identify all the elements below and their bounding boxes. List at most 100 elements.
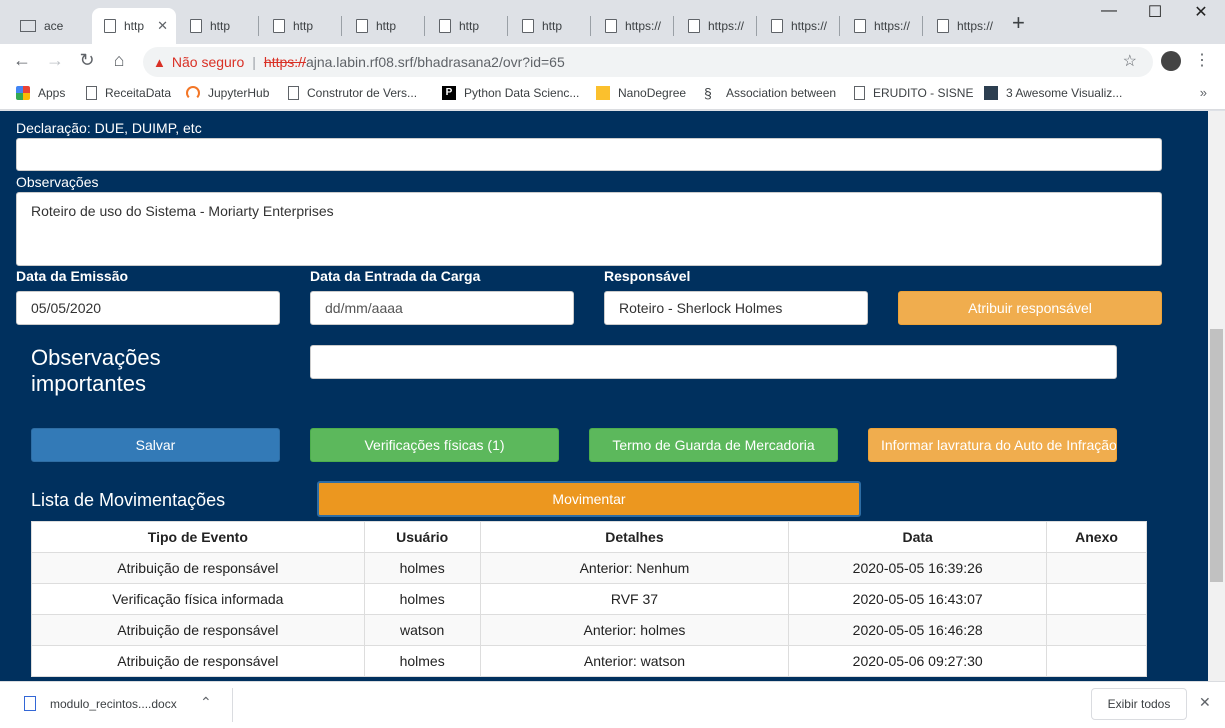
- tab-11[interactable]: https://: [925, 8, 1005, 44]
- col-detalhes[interactable]: Detalhes: [479, 521, 790, 553]
- tab-8[interactable]: https://: [676, 8, 756, 44]
- bookmark-awesome-visualiz[interactable]: 3 Awesome Visualiz...: [984, 86, 1122, 100]
- chevron-up-icon[interactable]: ⌃: [200, 694, 212, 711]
- tab-1[interactable]: http ✕: [92, 8, 176, 44]
- tab-label: ace: [44, 19, 64, 33]
- tab-9[interactable]: https://: [759, 8, 839, 44]
- declaracao-input[interactable]: [16, 138, 1162, 171]
- maximize-icon[interactable]: ☐: [1132, 2, 1178, 22]
- movimentar-button[interactable]: Movimentar: [317, 481, 861, 517]
- bookmark-erudito[interactable]: ERUDITO - SISNE: [854, 86, 973, 100]
- cell: 2020-05-05 16:43:07: [788, 583, 1048, 615]
- bookmark-nanodegree[interactable]: NanoDegree: [596, 86, 686, 100]
- bookmark-receitadata[interactable]: ReceitaData: [86, 86, 171, 100]
- page-icon: [522, 19, 534, 33]
- reload-icon[interactable]: ↻: [75, 50, 99, 71]
- informar-auto-button[interactable]: Informar lavratura do Auto de Infração: [868, 428, 1117, 462]
- show-all-button[interactable]: Exibir todos: [1091, 688, 1187, 720]
- dna-icon: §: [704, 85, 712, 101]
- download-item[interactable]: modulo_recintos....docx: [24, 696, 177, 711]
- address-bar[interactable]: ▲ Não seguro | https:// ajna.labin.rf08.…: [143, 47, 1153, 77]
- security-label: Não seguro: [171, 54, 245, 70]
- tab-0[interactable]: ace: [8, 8, 88, 44]
- profile-avatar[interactable]: [1161, 51, 1181, 71]
- col-tipo-evento[interactable]: Tipo de Evento: [31, 521, 365, 553]
- cell: Atribuição de responsável: [31, 552, 365, 584]
- page-icon: [937, 19, 949, 33]
- bookmark-label: Association between: [726, 86, 837, 100]
- scroll-thumb[interactable]: [1210, 329, 1223, 582]
- col-usuario[interactable]: Usuário: [363, 521, 481, 553]
- tab-6[interactable]: http: [510, 8, 590, 44]
- cell: [1046, 583, 1147, 615]
- col-anexo[interactable]: Anexo: [1046, 521, 1147, 553]
- bookmark-label: NanoDegree: [618, 86, 687, 100]
- tab-strip: ace http ✕ http http http http http http…: [0, 0, 1225, 44]
- bookmark-label: JupyterHub: [208, 86, 270, 100]
- movimentacoes-table: Tipo de Evento Usuário Detalhes Data Ane…: [31, 521, 1147, 677]
- bookmark-label: 3 Awesome Visualiz...: [1006, 86, 1123, 100]
- tab-2[interactable]: http: [178, 8, 258, 44]
- tab-label: http: [293, 19, 314, 33]
- salvar-button[interactable]: Salvar: [31, 428, 280, 462]
- tab-7[interactable]: https://: [593, 8, 673, 44]
- verificacoes-fisicas-button[interactable]: Verificações físicas (1): [310, 428, 559, 462]
- minimize-icon[interactable]: —: [1086, 2, 1132, 20]
- page-scrollbar[interactable]: [1208, 111, 1225, 681]
- data-entrada-input[interactable]: dd/mm/aaaa: [310, 291, 574, 325]
- tab-3[interactable]: http: [261, 8, 341, 44]
- docx-file-icon: [24, 696, 36, 711]
- bookmark-jupyterhub[interactable]: JupyterHub: [186, 86, 269, 100]
- tab-label: http: [542, 19, 563, 33]
- url-text: ajna.labin.rf08.srf/bhadrasana2/ovr?id=6…: [305, 54, 565, 70]
- page-icon: [273, 19, 285, 33]
- observacoes-textarea[interactable]: Roteiro de uso do Sistema - Moriarty Ent…: [16, 192, 1162, 266]
- movimentacoes-title: Lista de Movimentações: [31, 490, 226, 510]
- page-icon: [104, 19, 116, 33]
- responsavel-input[interactable]: Roteiro - Sherlock Holmes: [604, 291, 868, 325]
- bookmark-construtor[interactable]: Construtor de Vers...: [288, 86, 417, 100]
- data-emissao-input[interactable]: 05/05/2020: [16, 291, 280, 325]
- mail-icon: [20, 20, 36, 32]
- p-logo-icon: P: [442, 86, 456, 100]
- tab-10[interactable]: https://: [842, 8, 922, 44]
- obs-importantes-line1: Observações: [31, 345, 161, 370]
- tab-label: https://: [708, 19, 745, 33]
- back-icon[interactable]: ←: [10, 50, 34, 71]
- tab-5[interactable]: http: [427, 8, 507, 44]
- tab-label: http: [124, 19, 145, 33]
- home-icon[interactable]: ⌂: [107, 50, 131, 71]
- bookmark-association[interactable]: § Association between: [704, 86, 836, 100]
- page-icon: [86, 86, 97, 100]
- close-download-bar-icon[interactable]: ✕: [1199, 694, 1211, 711]
- page-icon: [190, 19, 202, 33]
- jupyter-icon: [186, 86, 200, 100]
- bookmark-star-icon[interactable]: ☆: [1123, 51, 1137, 71]
- atribuir-responsavel-button[interactable]: Atribuir responsável: [898, 291, 1162, 325]
- responsavel-label: Responsável: [604, 268, 691, 284]
- bookmark-python-ds[interactable]: P Python Data Scienc...: [442, 86, 579, 100]
- page-content: Declaração: DUE, DUIMP, etc Observações …: [0, 111, 1208, 681]
- cell: holmes: [363, 552, 481, 584]
- termo-guarda-button[interactable]: Termo de Guarda de Mercadoria: [589, 428, 838, 462]
- tab-label: https://: [625, 19, 662, 33]
- page-icon: [771, 19, 783, 33]
- col-data[interactable]: Data: [788, 521, 1048, 553]
- bookmark-label: Python Data Scienc...: [464, 86, 580, 100]
- tab-label: http: [459, 19, 480, 33]
- forward-icon[interactable]: →: [43, 50, 67, 71]
- page-icon: [854, 19, 866, 33]
- observacoes-label: Observações: [16, 174, 99, 190]
- more-bookmarks-icon[interactable]: »: [1200, 85, 1207, 100]
- tab-label: https://: [791, 19, 828, 33]
- chart-icon: [984, 86, 998, 100]
- bookmark-apps[interactable]: Apps: [16, 86, 65, 100]
- obs-importantes-input[interactable]: [310, 345, 1117, 379]
- new-tab-icon[interactable]: +: [1012, 10, 1025, 36]
- close-window-icon[interactable]: ✕: [1178, 2, 1224, 22]
- cell: Anterior: watson: [479, 645, 790, 677]
- menu-icon[interactable]: ⋮: [1194, 50, 1210, 70]
- tab-4[interactable]: http: [344, 8, 424, 44]
- close-tab-icon[interactable]: ✕: [157, 18, 168, 34]
- declaracao-label: Declaração: DUE, DUIMP, etc: [16, 120, 202, 136]
